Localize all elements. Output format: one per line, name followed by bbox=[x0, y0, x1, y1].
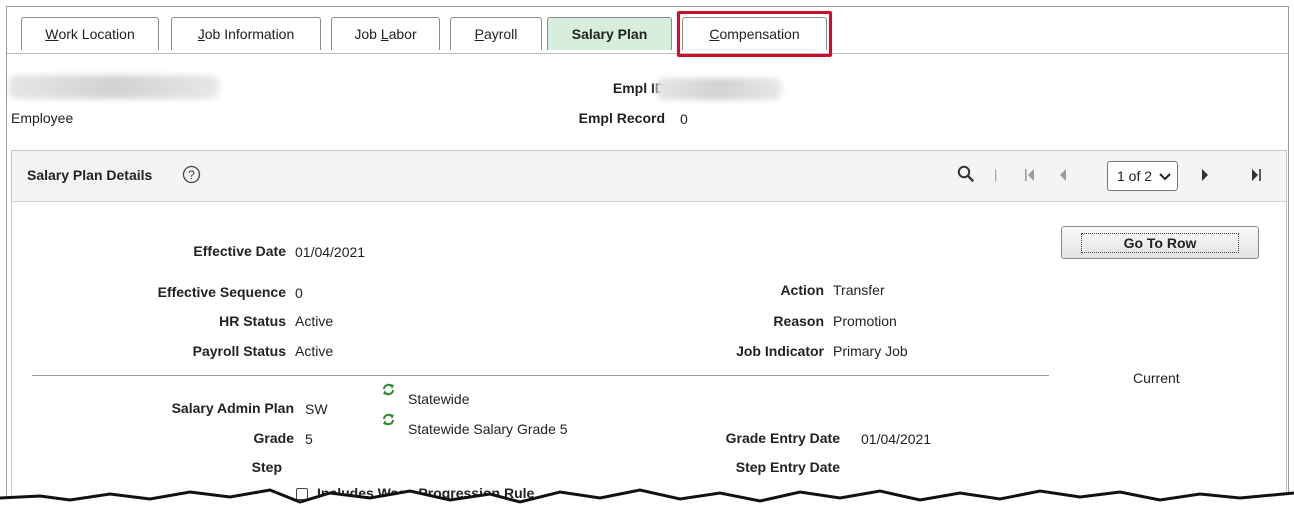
effective-date-label: Effective Date bbox=[193, 243, 286, 259]
tab-label-underline: L bbox=[380, 26, 389, 42]
tab-payroll[interactable]: Payroll bbox=[450, 17, 542, 50]
salary-admin-plan-label: Salary Admin Plan bbox=[171, 400, 294, 416]
go-to-row-label: Go To Row bbox=[1080, 232, 1240, 253]
action-value: Transfer bbox=[833, 282, 885, 298]
svg-text:?: ? bbox=[188, 168, 195, 182]
panel-header: Salary Plan Details ? | 1 of 2 bbox=[12, 151, 1286, 202]
tab-label: Job bbox=[354, 26, 381, 42]
payroll-status-value: Active bbox=[295, 343, 334, 359]
tab-label: abor bbox=[388, 26, 417, 42]
tab-label: ork Location bbox=[58, 26, 135, 42]
tab-job-information[interactable]: Job Information bbox=[171, 17, 321, 50]
tab-label: Salary Plan bbox=[571, 26, 648, 42]
tab-label-underline: W bbox=[45, 26, 59, 42]
salary-admin-plan-description: Statewide bbox=[408, 391, 470, 407]
tab-label-underline: J bbox=[197, 26, 205, 42]
salary-admin-plan-value: SW bbox=[305, 401, 328, 417]
first-row-icon[interactable] bbox=[1025, 168, 1035, 185]
toolbar-separator: | bbox=[994, 167, 998, 182]
previous-row-icon[interactable] bbox=[1059, 168, 1067, 185]
grade-entry-date-label: Grade Entry Date bbox=[725, 430, 840, 446]
payroll-status-label: Payroll Status bbox=[192, 343, 286, 359]
help-icon[interactable]: ? bbox=[182, 165, 201, 187]
chevron-down-icon bbox=[1159, 172, 1171, 180]
compensation-highlight-box bbox=[677, 11, 832, 57]
refresh-icon[interactable] bbox=[382, 413, 395, 429]
grade-entry-date-value: 01/04/2021 bbox=[861, 431, 932, 447]
job-data-window: Work Location Job Information Job Labor … bbox=[6, 6, 1289, 508]
tab-label: ob Information bbox=[204, 26, 295, 42]
go-to-row-button[interactable]: Go To Row bbox=[1061, 226, 1259, 259]
job-indicator-value: Primary Job bbox=[833, 343, 908, 359]
action-label: Action bbox=[780, 282, 824, 298]
employee-label: Employee bbox=[11, 110, 74, 126]
step-label: Step bbox=[251, 459, 282, 475]
row-selector-dropdown[interactable]: 1 of 2 bbox=[1107, 161, 1178, 191]
current-label: Current bbox=[1133, 370, 1180, 386]
panel-title: Salary Plan Details bbox=[27, 167, 153, 183]
salary-plan-details-panel: Salary Plan Details ? | 1 of 2 Go To Row… bbox=[11, 150, 1287, 507]
section-divider bbox=[32, 375, 1049, 376]
empl-id-label: Empl ID bbox=[612, 80, 665, 96]
next-row-icon[interactable] bbox=[1201, 168, 1209, 185]
torn-edge-decoration bbox=[0, 488, 1294, 524]
search-icon[interactable] bbox=[957, 165, 974, 185]
effective-date-value: 01/04/2021 bbox=[295, 244, 366, 260]
job-indicator-label: Job Indicator bbox=[736, 343, 824, 359]
refresh-icon[interactable] bbox=[382, 383, 395, 399]
hr-status-label: HR Status bbox=[219, 313, 286, 329]
last-row-icon[interactable] bbox=[1251, 168, 1261, 185]
reason-value: Promotion bbox=[833, 313, 897, 329]
row-selector-value: 1 of 2 bbox=[1117, 168, 1153, 184]
grade-description: Statewide Salary Grade 5 bbox=[408, 421, 568, 437]
empl-record-label: Empl Record bbox=[578, 110, 665, 126]
effective-sequence-value: 0 bbox=[295, 285, 303, 301]
grade-label: Grade bbox=[253, 430, 294, 446]
hr-status-value: Active bbox=[295, 313, 334, 329]
empl-id-redacted bbox=[656, 78, 782, 100]
effective-sequence-label: Effective Sequence bbox=[157, 284, 286, 300]
tab-bar: Work Location Job Information Job Labor … bbox=[7, 7, 1288, 57]
tab-job-labor[interactable]: Job Labor bbox=[331, 17, 440, 50]
tab-salary-plan[interactable]: Salary Plan bbox=[547, 17, 672, 50]
tab-label-underline: P bbox=[474, 26, 484, 42]
grade-value: 5 bbox=[305, 431, 313, 447]
employee-name-redacted bbox=[9, 75, 219, 99]
tab-work-location[interactable]: Work Location bbox=[21, 17, 159, 50]
reason-label: Reason bbox=[773, 313, 824, 329]
step-entry-date-label: Step Entry Date bbox=[735, 459, 840, 475]
empl-record-value: 0 bbox=[680, 111, 688, 127]
tab-label: ayroll bbox=[483, 26, 518, 42]
